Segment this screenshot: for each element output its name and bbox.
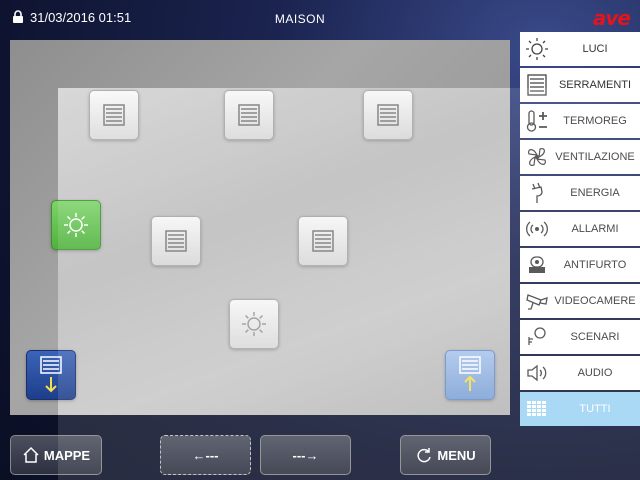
shutter-icon bbox=[312, 230, 334, 252]
siren-icon bbox=[529, 256, 545, 273]
menu-item-allarmi[interactable]: ALLARMI bbox=[520, 212, 640, 246]
menu-item-termoreg[interactable]: TERMOREG bbox=[520, 104, 640, 138]
next-button[interactable]: ---→ bbox=[260, 435, 351, 475]
scenario-icon bbox=[528, 327, 546, 345]
menu-item-label: ENERGIA bbox=[570, 187, 620, 199]
sun-icon bbox=[242, 312, 266, 336]
next-label: ---→ bbox=[292, 447, 319, 463]
thermometer-icon bbox=[526, 110, 547, 132]
menu-item-antifurto[interactable]: ANTIFURTO bbox=[520, 248, 640, 282]
menu-item-label: VENTILAZIONE bbox=[555, 151, 635, 163]
menu-item-videocamere[interactable]: VIDEOCAMERE bbox=[520, 284, 640, 318]
menu-item-label: VIDEOCAMERE bbox=[554, 295, 636, 307]
shutter-icon bbox=[103, 104, 125, 126]
light-device-on[interactable] bbox=[51, 200, 101, 250]
home-icon bbox=[23, 446, 39, 463]
menu-item-label: SCENARI bbox=[570, 331, 620, 343]
mappe-button[interactable]: MAPPE bbox=[10, 435, 102, 475]
shutter-icon bbox=[238, 104, 260, 126]
menu-button[interactable]: MENU bbox=[400, 435, 491, 475]
menu-item-label: TUTTI bbox=[579, 403, 611, 415]
menu-item-label: SERRAMENTI bbox=[558, 79, 632, 91]
refresh-icon bbox=[417, 448, 432, 463]
menu-item-tutti[interactable]: TUTTI bbox=[520, 392, 640, 426]
menu-label: MENU bbox=[437, 447, 476, 463]
shutter-icon bbox=[527, 74, 547, 96]
bottom-toolbar: MAPPE ←--- ---→ MENU bbox=[0, 430, 640, 480]
shutter-device[interactable] bbox=[151, 216, 201, 266]
sun-icon bbox=[64, 213, 88, 237]
menu-item-energia[interactable]: ENERGIA bbox=[520, 176, 640, 210]
shutter-device[interactable] bbox=[363, 90, 413, 140]
sun-icon bbox=[526, 38, 548, 60]
shutter-up-icon bbox=[459, 356, 481, 391]
light-device-off[interactable] bbox=[229, 299, 279, 349]
status-bar: 31/03/2016 01:51 MAISON ave bbox=[0, 0, 640, 34]
shutter-device[interactable] bbox=[298, 216, 348, 266]
all-shutters-up-button[interactable] bbox=[445, 350, 495, 400]
previous-label: ←--- bbox=[192, 447, 219, 463]
shutter-icon bbox=[165, 230, 187, 252]
menu-item-label: ANTIFURTO bbox=[563, 259, 627, 271]
mappe-label: MAPPE bbox=[43, 447, 91, 463]
menu-item-label: ALLARMI bbox=[571, 223, 619, 235]
menu-item-luci[interactable]: LUCI bbox=[520, 32, 640, 66]
menu-item-label: AUDIO bbox=[577, 367, 613, 379]
shutter-device[interactable] bbox=[89, 90, 139, 140]
camera-icon bbox=[526, 294, 548, 310]
speaker-icon bbox=[527, 364, 547, 382]
menu-item-ventilazione[interactable]: VENTILAZIONE bbox=[520, 140, 640, 174]
menu-item-scenari[interactable]: SCENARI bbox=[520, 320, 640, 354]
plug-icon bbox=[531, 182, 543, 203]
menu-item-label: TERMOREG bbox=[563, 115, 627, 127]
floor-map bbox=[10, 40, 510, 415]
menu-item-audio[interactable]: AUDIO bbox=[520, 356, 640, 390]
menu-item-serramenti[interactable]: SERRAMENTI bbox=[520, 68, 640, 102]
brand-logo: ave bbox=[592, 6, 631, 30]
alarm-waves-icon bbox=[526, 221, 548, 237]
shutter-down-icon bbox=[40, 356, 62, 393]
shutter-device[interactable] bbox=[224, 90, 274, 140]
shutter-icon bbox=[377, 104, 399, 126]
previous-button[interactable]: ←--- bbox=[160, 435, 251, 475]
fan-icon bbox=[528, 148, 546, 166]
page-title: MAISON bbox=[274, 12, 326, 26]
menu-item-label: LUCI bbox=[582, 43, 608, 55]
grid-icon bbox=[527, 401, 546, 416]
all-shutters-down-button[interactable] bbox=[26, 350, 76, 400]
category-menu: LUCI SERRAMENTI TERMOREG VENTILAZIONE EN… bbox=[520, 32, 640, 428]
